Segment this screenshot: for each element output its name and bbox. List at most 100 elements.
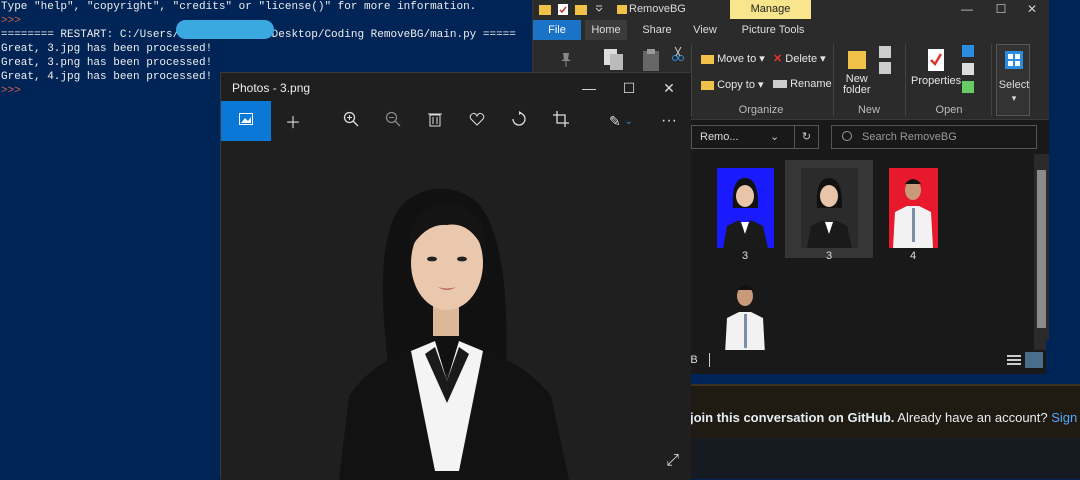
refresh-icon[interactable]: ↻ [794,126,818,148]
photos-window: Photos - 3.png — ☐ ✕ ＋ ✎ ⌄ ··· ⤢ [220,72,691,480]
select-button[interactable]: Select ▾ [996,44,1030,116]
chevron-down-icon: ▾ [1011,93,1017,103]
search-placeholder: Search RemoveBG [862,131,957,143]
quick-access-toolbar [539,3,605,16]
crop-button[interactable] [541,101,581,141]
zoom-out-button[interactable] [373,101,413,141]
tab-share[interactable]: Share [637,20,677,40]
edit-icon: ✎ [608,112,621,129]
properties-icon [911,48,961,75]
move-to-label: Move to [717,53,757,65]
paste-icon[interactable] [641,48,661,75]
move-to-button[interactable]: Move to ▾ [701,52,765,65]
close-button[interactable]: ✕ [1015,0,1049,19]
image-thumbnail [717,168,774,248]
more-icon: ··· [661,112,677,129]
photos-title-bar: Photos - 3.png — ☐ ✕ [221,73,691,101]
tab-picture-tools[interactable]: Picture Tools [737,20,809,40]
shell-line: Great, 3.jpg has been processed! [1,43,213,55]
search-icon [842,131,852,141]
add-button[interactable]: ＋ [273,101,313,141]
tab-home[interactable]: Home [585,20,627,40]
photo-subject-image [339,188,569,480]
github-signin-banner: join this conversation on GitHub. Alread… [690,384,1080,479]
rename-icon [773,78,787,90]
delete-label: Delete [785,53,818,65]
select-all-icon [1005,51,1023,72]
see-all-photos-button[interactable] [221,101,271,141]
taskbar-edge [1046,340,1080,374]
sign-in-link[interactable]: Sign in to [1051,410,1080,425]
close-button[interactable]: ✕ [649,77,689,99]
photo-viewer[interactable]: ⤢ [221,141,691,480]
edit-create-button[interactable]: ✎ ⌄ [601,101,641,141]
details-view-icon[interactable] [1007,354,1021,369]
large-icons-view-icon[interactable] [1025,352,1043,368]
new-folder-icon[interactable] [575,3,587,16]
image-thumbnail [885,168,942,248]
zoom-in-icon [343,111,359,132]
image-thumbnail [717,274,774,354]
folder-icon[interactable] [539,3,551,16]
zoom-in-button[interactable] [331,101,371,141]
github-message: join this conversation on GitHub. Alread… [690,410,1080,425]
image-thumbnail [801,168,858,248]
select-label: Select [998,79,1030,91]
pin-icon[interactable] [559,52,573,71]
crop-icon [553,110,569,132]
delete-button[interactable]: ✕ Delete ▾ [773,52,826,65]
maximize-button[interactable]: ☐ [984,0,1018,19]
rotate-button[interactable] [499,101,539,141]
copy-to-label: Copy to [717,79,755,91]
tab-file[interactable]: File [533,20,581,40]
rename-button[interactable]: Rename [773,78,832,90]
trash-icon [428,111,442,132]
minimize-button[interactable]: — [569,77,609,99]
file-name: 3 [825,250,833,262]
copy-icon[interactable] [603,48,625,75]
copy-to-button[interactable]: Copy to ▾ [701,78,764,91]
new-item-icon[interactable] [877,46,895,79]
delete-button[interactable] [415,101,455,141]
new-folder-button[interactable]: New folder [843,48,871,96]
group-new: New [857,104,880,116]
file-thumbnail[interactable]: 3 [785,160,873,262]
file-list-scrollbar[interactable] [1034,154,1049,350]
tab-view[interactable]: View [685,20,725,40]
manage-context-tab[interactable]: Manage [730,0,811,19]
address-bar[interactable]: Remo... ⌄ ↻ [691,125,819,149]
properties-button[interactable]: Properties [911,48,961,87]
favorite-button[interactable] [457,101,497,141]
chevron-down-icon[interactable]: ⌄ [770,126,779,148]
zoom-out-icon [385,111,401,132]
chevron-down-icon[interactable] [593,3,605,16]
group-organize: Organize [738,104,784,116]
file-name: 4 [909,250,917,262]
folder-icon [701,53,714,65]
scrollbar-thumb[interactable] [1037,170,1046,328]
more-options-button[interactable]: ··· [649,101,689,141]
cut-icon[interactable] [671,46,685,65]
file-thumbnail[interactable]: 3 [701,160,789,262]
search-input[interactable]: Search RemoveBG [831,125,1037,149]
group-open: Open [935,104,963,116]
minimize-button[interactable]: — [950,0,984,19]
properties-icon[interactable] [557,3,569,16]
photos-window-title: Photos - 3.png [232,81,311,95]
explorer-title-bar: RemoveBG Manage — ☐ ✕ [533,0,1049,20]
fullscreen-icon[interactable]: ⤢ [666,452,679,470]
file-thumbnail[interactable]: 4 [869,160,957,262]
github-message-text: Already have an account? [894,410,1052,425]
redaction-scribble [176,20,274,39]
open-options-icon[interactable] [961,44,977,97]
new-folder-label: folder [843,84,871,96]
shell-line: Great, 3.png has been processed! [1,57,213,69]
address-path: Remo... [700,131,739,143]
image-icon [239,112,253,130]
github-message-strong: join this conversation on GitHub. [690,410,895,425]
maximize-button[interactable]: ☐ [609,77,649,99]
photos-toolbar: ＋ ✎ ⌄ ··· [221,101,691,141]
ribbon-tabs: File Home Share View Picture Tools ⌃ ? [533,20,1049,56]
chevron-down-icon: ⌄ [624,115,634,127]
plus-icon: ＋ [284,115,301,132]
